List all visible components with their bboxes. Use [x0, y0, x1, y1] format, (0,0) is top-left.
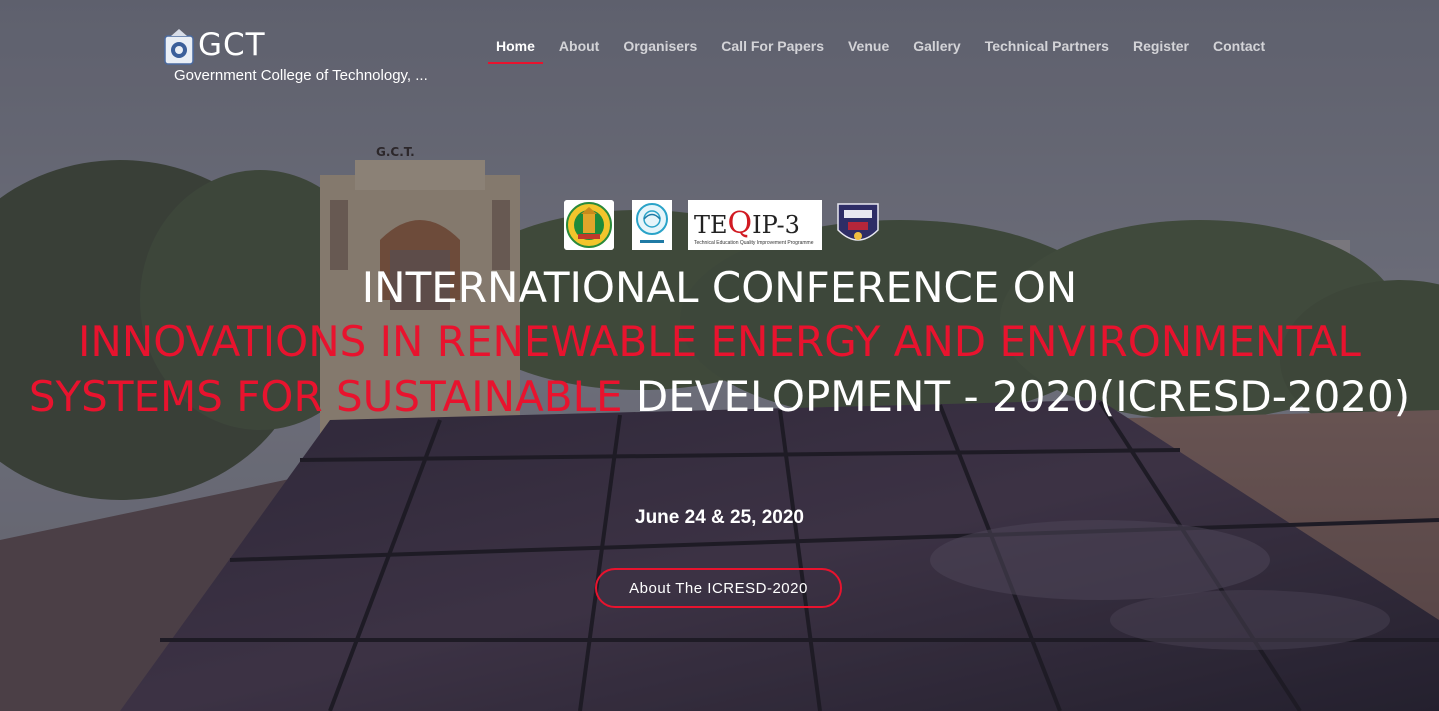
nav-register[interactable]: Register: [1125, 30, 1197, 64]
conference-title: INTERNATIONAL CONFERENCE ON INNOVATIONS …: [0, 262, 1439, 424]
nav-about[interactable]: About: [551, 30, 607, 64]
nnie-logo-icon: [632, 200, 672, 250]
title-line-1: INTERNATIONAL CONFERENCE ON: [361, 263, 1078, 312]
title-line-2: INNOVATIONS IN RENEWABLE ENERGY AND ENVI…: [25, 314, 1415, 424]
nav-home[interactable]: Home: [488, 30, 543, 64]
brand-name: GCT: [198, 27, 266, 63]
nav-contact[interactable]: Contact: [1205, 30, 1273, 64]
about-conference-button[interactable]: About The ICRESD-2020: [595, 568, 842, 608]
main-nav: Home About Organisers Call For Papers Ve…: [488, 30, 1281, 66]
nav-organisers[interactable]: Organisers: [615, 30, 705, 64]
brand-subtitle: Government College of Technology, ...: [174, 67, 428, 84]
college-crest-icon: [837, 203, 879, 241]
teqip-wordmark: TEQIP-3: [694, 206, 800, 241]
college-emblem-icon: [164, 29, 194, 65]
site-logo[interactable]: GCT Government College of Technology, ..…: [164, 26, 446, 88]
hero-section: G.C.T. GCT Government College of Technol…: [0, 0, 1439, 711]
nav-call-for-papers[interactable]: Call For Papers: [713, 30, 832, 64]
nav-technical-partners[interactable]: Technical Partners: [977, 30, 1117, 64]
nav-gallery[interactable]: Gallery: [905, 30, 968, 64]
title-tail: DEVELOPMENT - 2020(ICRESD-2020): [622, 372, 1411, 421]
teqip-logo: TEQIP-3 Technical Education Quality Impr…: [688, 200, 822, 250]
conference-date: June 24 & 25, 2020: [635, 507, 804, 528]
teqip-tagline: Technical Education Quality Improvement …: [694, 240, 814, 246]
nav-venue[interactable]: Venue: [840, 30, 897, 64]
tamil-nadu-emblem-icon: [564, 200, 614, 250]
